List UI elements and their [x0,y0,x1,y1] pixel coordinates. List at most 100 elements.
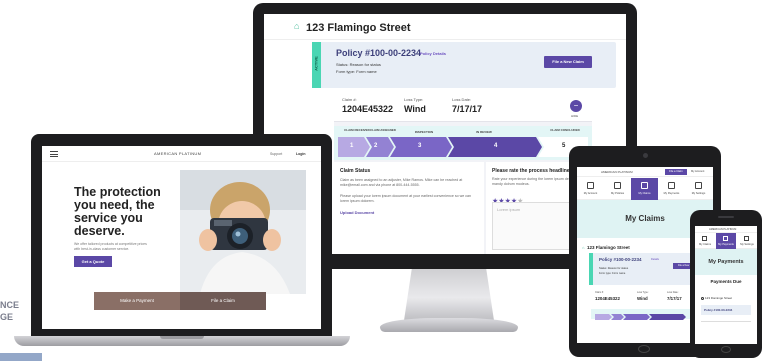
tablet-nav-my-payments[interactable]: My Payments [658,178,685,200]
loss-date: 7/17/17 [452,104,483,114]
policy-status: Status: Reason for status [336,62,381,67]
phone-home-button [721,346,731,353]
payments-due-heading: Payments Due [710,279,742,284]
upload-hint: Please upload your lorem ipsum document … [340,194,472,203]
tablet-policy-form-type: Form type: Form name [599,272,626,275]
tablet-policy-title: Policy #100-00-2234 [599,257,642,262]
support-link[interactable]: Support [270,152,282,156]
brand-logo[interactable]: AMERICAN PLATINUM [154,151,201,156]
tablet-home-icon[interactable]: ⌂ [582,245,584,250]
claim-summary-row: Claim #: 1204E45322 Loss Type: Wind Loss… [334,92,592,122]
user-icon [587,182,594,189]
phone-header: AMERICAN PLATINUM [695,226,757,233]
tablet-nav-my-policies[interactable]: My Policies [604,178,631,200]
phone-policy-row[interactable]: Policy #100-00-2234 [701,305,751,315]
stage-label-assigned: CLAIM ASSIGNED [370,128,396,132]
step-number-3: 3 [418,143,422,149]
phone-brand-logo[interactable]: AMERICAN PLATINUM [709,228,736,231]
child-with-camera-image [180,170,306,294]
location-icon [701,297,704,300]
left-fragment-bar [0,353,42,361]
laptop-screen: AMERICAN PLATINUM Support Login The prot… [42,146,321,329]
stage-label-review: IN REVIEW [476,130,492,134]
upload-document-link[interactable]: Upload Document [340,210,374,215]
step-number-1: 1 [350,143,354,149]
policy-details-link[interactable]: Policy Details [420,51,446,56]
phone-nav-my-payments[interactable]: My Payments [716,233,736,249]
active-label: ACTIVE [313,56,319,71]
tablet-claim-number: 1204E45322 [595,296,620,301]
step-chevron-1 [338,137,370,157]
tablet-progress-tracker [591,309,703,320]
tablet-loss-date: 7/17/17 [667,296,682,301]
hide-label: HIDE [571,114,579,118]
tablet-nav-label: My Settings [691,192,706,195]
step-number-4: 4 [494,143,498,149]
tablet-nav: My Account My Policies My Claims My Paym… [577,178,713,200]
house-icon [641,182,648,189]
claim-status-heading: Claim Status [340,168,371,174]
tablet-account-link[interactable]: My Account [691,170,704,173]
make-payment-button[interactable]: Make a Payment [94,292,180,310]
get-quote-button[interactable]: Get a Quote [74,256,112,267]
policy-form-type: Form type: Form name [336,69,377,74]
stage-label-inspection: INSPECTION [414,130,434,134]
tablet-home-button [638,345,650,353]
hide-toggle-button[interactable]: − [570,100,582,112]
active-status-strip: ACTIVE [312,42,321,88]
property-address: 123 Flamingo Street [306,22,411,34]
tablet-policy-status: Status: Reason for status [599,267,629,270]
hero-title: The protection you need, the service you… [74,185,161,238]
hamburger-menu-icon[interactable] [50,151,58,157]
left-fragment-text-1: NCE [0,300,20,310]
gear-icon [695,182,702,189]
home-icon[interactable]: ⌂ [294,22,303,31]
phone-nav-my-settings[interactable]: My Settings [737,233,757,249]
monitor-stand-foot [380,318,518,332]
policy-title: Policy #100-00-2234 [336,48,422,58]
phone-address: 123 Flamingo Street [705,296,733,300]
tablet-loss-type: Wind [637,296,648,301]
login-link[interactable]: Login [296,152,306,156]
tablet-loss-date-label: Loss Date: [667,291,679,294]
phone-speaker [718,216,734,218]
phone-screen: AMERICAN PLATINUM My Claims My Payments … [695,226,757,344]
tablet-address: 123 Flamingo Street [587,245,630,250]
loss-type-label: Loss Type: [404,97,424,102]
tablet-claim-number-label: Claim #: [595,291,604,294]
step-number-2: 2 [374,143,378,149]
tablet-brand-logo[interactable]: AMERICAN PLATINUM [601,170,633,174]
tablet-loss-type-label: Loss Type: [637,291,649,294]
laptop-header: AMERICAN PLATINUM Support Login [42,146,321,162]
file-claim-button[interactable]: File a Claim [180,292,266,310]
tablet-nav-my-account[interactable]: My Account [577,178,604,200]
card-icon [668,182,675,189]
file-new-claim-button[interactable]: File a New Claim [544,56,592,68]
tablet-nav-label: My Claims [638,192,651,195]
tablet-nav-my-settings[interactable]: My Settings [685,178,712,200]
phone-nav-label: My Settings [740,243,754,246]
phone-nav-label: My Claims [698,243,712,246]
claim-panel: Claim #: 1204E45322 Loss Type: Wind Loss… [334,92,592,254]
phone-nav-my-claims[interactable]: My Claims [695,233,715,249]
hero-photo [180,170,306,294]
claim-progress-tracker: CLAIM RECEIVED CLAIM ASSIGNED INSPECTION… [334,126,592,160]
phone-page-title: My Payments [695,249,757,275]
tablet-nav-my-claims[interactable]: My Claims [631,178,658,200]
tablet-progress-chevrons [595,314,686,320]
card-icon [723,236,728,241]
tablet-nav-label: My Account [583,192,598,195]
document-icon [614,182,621,189]
phone-nav-label: My Payments [718,243,734,246]
divider [701,321,751,322]
tablet-file-claim-button[interactable]: File a Claim [665,169,687,175]
claim-status-section: Claim Status Claim as been assigned to a… [334,162,484,254]
claim-number-label: Claim #: [342,97,357,102]
gear-icon [744,236,749,241]
tablet-policy-details-link[interactable]: Details [651,258,659,261]
left-fragment-text-2: GE [0,312,14,322]
claim-status-body: Claim as been assigned to an adjuster, M… [340,178,463,187]
loss-date-label: Loss Date: [452,97,472,102]
tablet-active-strip [589,253,593,285]
tablet-header: AMERICAN PLATINUM File a Claim My Accoun… [577,167,713,177]
